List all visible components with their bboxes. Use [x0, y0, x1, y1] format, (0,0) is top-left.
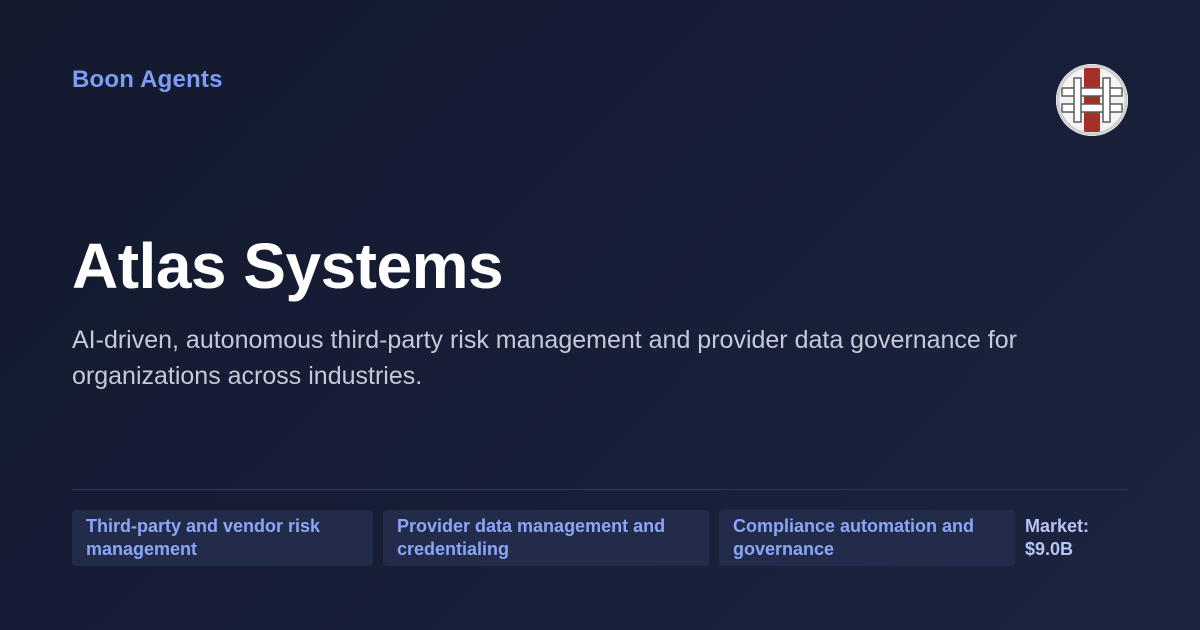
market-value: $9.0B [1025, 539, 1074, 559]
tag-compliance[interactable]: Compliance automation and governance [719, 510, 1015, 566]
tag-vendor-risk[interactable]: Third-party and vendor risk management [72, 510, 373, 566]
brand-name[interactable]: Boon Agents [72, 66, 223, 94]
divider [72, 489, 1128, 490]
company-title: Atlas Systems [72, 230, 504, 302]
company-logo-icon [1056, 64, 1128, 136]
market-size: Market: $9.0B [1025, 510, 1089, 561]
tag-provider-data[interactable]: Provider data management and credentiali… [383, 510, 709, 566]
market-label: Market: [1025, 516, 1090, 536]
social-card: Boon Agents Atlas Systems AI-driven, aut… [0, 0, 1200, 630]
tag-list: Third-party and vendor risk management P… [72, 510, 1089, 566]
company-description: AI-driven, autonomous third-party risk m… [72, 326, 1017, 390]
logo-graphic [1056, 64, 1128, 136]
